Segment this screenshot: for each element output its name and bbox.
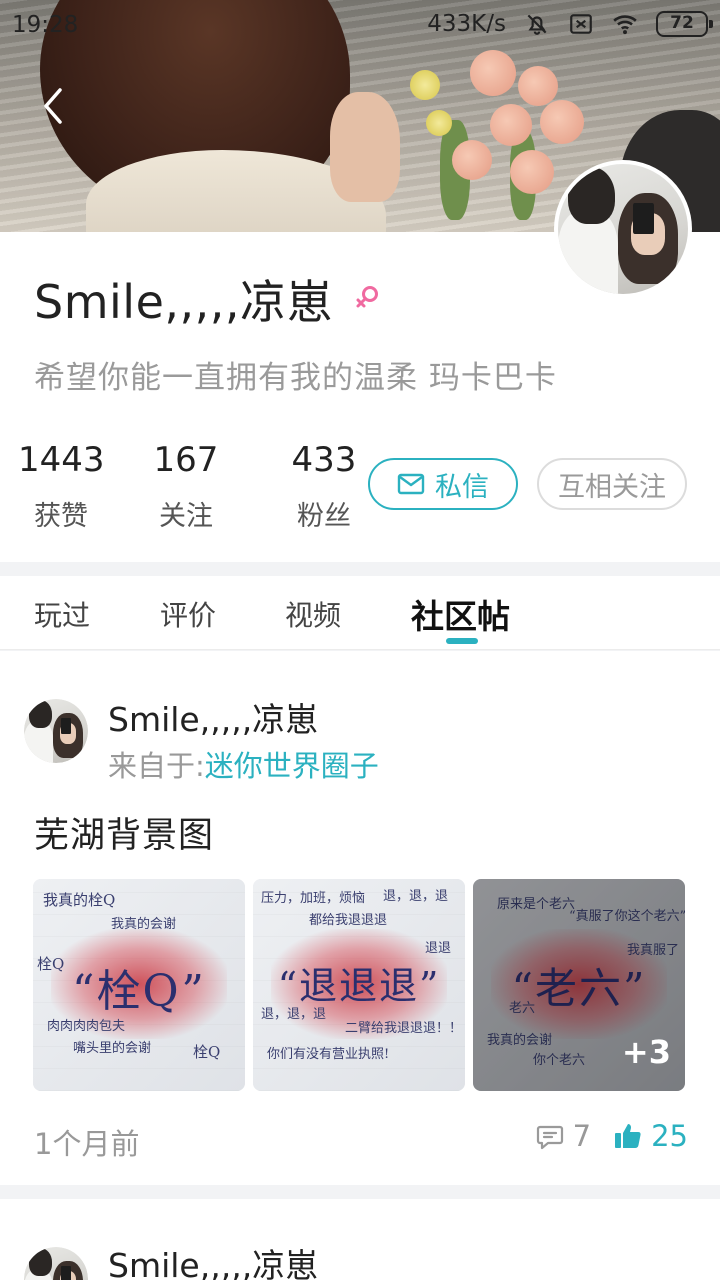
post-author-name[interactable]: Smile,,,,,凉崽 xyxy=(108,1239,318,1280)
image-text: 都给我退退退 xyxy=(309,913,388,928)
post-title: 芜湖背景图 xyxy=(34,816,215,856)
post-actions: 7 25 xyxy=(535,1119,688,1153)
bell-off-icon xyxy=(527,14,547,35)
profile-stats: 1443 获赞 167 关注 433 粉丝 xyxy=(18,440,380,533)
stat-label: 关注 xyxy=(159,501,213,532)
post-image[interactable]: 我真的栓Q 我真的会谢 栓Q “栓Q” 肉肉肉肉包夫 嘴头里的会谢 栓Q xyxy=(33,879,245,1091)
thumbs-up-icon[interactable] xyxy=(613,1121,643,1151)
mutual-follow-button[interactable]: 互相关注 xyxy=(537,458,687,510)
status-bar: 19:28 433K/s 72 xyxy=(0,0,720,52)
comment-icon[interactable] xyxy=(535,1121,565,1151)
tab-community-posts[interactable]: 社区帖 xyxy=(411,590,510,638)
stat-followers[interactable]: 433 粉丝 xyxy=(268,440,380,533)
female-icon xyxy=(356,286,378,308)
stat-value: 1443 xyxy=(18,440,105,480)
image-text: 栓Q xyxy=(193,1043,221,1061)
post-image-grid: 我真的栓Q 我真的会谢 栓Q “栓Q” 肉肉肉肉包夫 嘴头里的会谢 栓Q 压力，… xyxy=(33,879,685,1091)
profile-tabs: 玩过 评价 视频 社区帖 xyxy=(0,576,720,650)
like-count: 25 xyxy=(651,1119,688,1153)
image-text: 你们有没有营业执照! xyxy=(267,1047,390,1062)
tab-reviews[interactable]: 评价 xyxy=(160,594,216,634)
stat-value: 167 xyxy=(153,440,219,480)
network-speed: 433K/s xyxy=(427,11,506,37)
post-source-prefix: 来自于: xyxy=(108,749,205,783)
profile-signature: 希望你能一直拥有我的温柔 玛卡巴卡 xyxy=(34,360,557,396)
image-text: 我真的会谢 xyxy=(111,917,177,932)
stat-value: 433 xyxy=(291,440,357,480)
image-text: 退退 xyxy=(425,941,452,956)
follow-button-label: 互相关注 xyxy=(558,471,666,503)
wifi-icon xyxy=(613,15,637,35)
tab-videos[interactable]: 视频 xyxy=(285,594,341,634)
post-image[interactable]: 压力，加班，烦恼 退，退，退 都给我退退退 退退 “退退退” 退，退，退 二臂给… xyxy=(253,879,465,1091)
image-big-text: “退退退” xyxy=(277,964,441,1008)
message-button[interactable]: 私信 xyxy=(368,458,518,510)
comment-count: 7 xyxy=(572,1119,592,1153)
more-images-count: +3 xyxy=(621,1033,671,1071)
stat-following[interactable]: 167 关注 xyxy=(130,440,242,533)
tab-indicator xyxy=(446,638,478,644)
status-time: 19:28 xyxy=(12,12,79,38)
post-author-avatar[interactable] xyxy=(24,1247,88,1280)
image-text: 我真的栓Q xyxy=(43,891,116,909)
profile-avatar[interactable] xyxy=(554,160,692,298)
battery-icon: 72 xyxy=(656,11,713,37)
message-button-label: 私信 xyxy=(435,471,489,503)
mail-icon xyxy=(397,473,425,495)
image-text: 二臂给我退退退！！ xyxy=(345,1021,463,1036)
image-text: 退，退，退 xyxy=(383,889,449,904)
sim-off-icon xyxy=(570,14,592,34)
stat-label: 获赞 xyxy=(34,501,88,532)
community-post[interactable]: Smile,,,,,凉崽 xyxy=(0,1199,720,1280)
image-text: 肉肉肉肉包夫 xyxy=(47,1019,126,1034)
tab-played[interactable]: 玩过 xyxy=(34,594,90,634)
post-author-avatar[interactable] xyxy=(24,699,88,763)
back-arrow-icon[interactable] xyxy=(34,84,74,128)
image-text: 退，退，退 xyxy=(261,1007,327,1022)
image-text: 压力，加班，烦恼 xyxy=(261,891,366,906)
stat-label: 粉丝 xyxy=(297,501,351,532)
image-big-text: “栓Q” xyxy=(72,966,206,1017)
post-author-name[interactable]: Smile,,,,,凉崽 xyxy=(108,693,318,741)
post-source: 来自于:迷你世界圈子 xyxy=(108,743,379,785)
post-source-circle-link[interactable]: 迷你世界圈子 xyxy=(205,749,379,783)
profile-username: Smile,,,,,凉崽 xyxy=(34,275,333,329)
post-time: 1个月前 xyxy=(34,1127,140,1161)
post-image[interactable]: 原来是个老六 “真服了你这个老六” 我真服了 “老六” 老六 我真的会谢 你个老… xyxy=(473,879,685,1091)
image-text: 嘴头里的会谢 xyxy=(73,1041,152,1056)
stat-likes[interactable]: 1443 获赞 xyxy=(18,440,105,533)
community-post[interactable]: Smile,,,,,凉崽 来自于:迷你世界圈子 芜湖背景图 我真的栓Q 我真的会… xyxy=(0,651,720,1185)
